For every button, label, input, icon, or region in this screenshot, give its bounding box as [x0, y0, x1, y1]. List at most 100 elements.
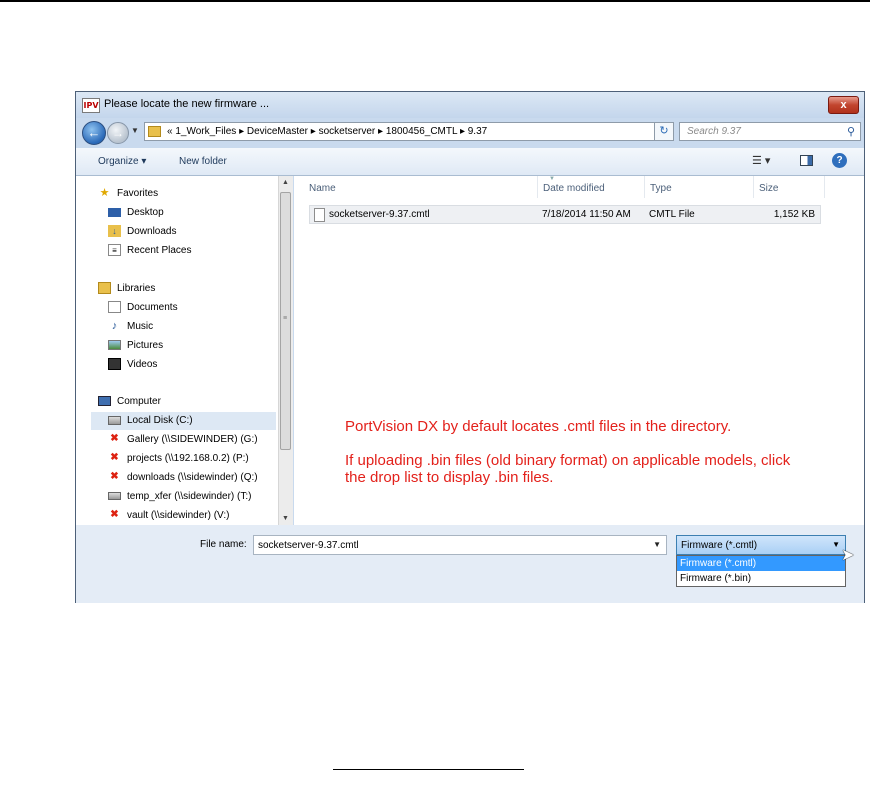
forward-arrow-icon[interactable]: → [107, 122, 129, 144]
column-divider[interactable] [644, 176, 645, 198]
disconnected-drive-icon: ✖ [110, 433, 119, 445]
help-icon[interactable]: ? [832, 153, 847, 168]
file-name-label: File name: [200, 539, 247, 550]
nav-label: projects (\\192.168.0.2) (P:) [127, 453, 249, 464]
pictures-icon [108, 340, 121, 351]
dialog-footer: File name: socketserver-9.37.cmtl ▼ Firm… [76, 525, 864, 603]
nav-scrollbar[interactable]: ▲ ≡ ▼ [278, 176, 293, 525]
file-date: 7/18/2014 11:50 AM [542, 209, 631, 220]
command-toolbar: Organize ▾ New folder ☰ ▾ ? [76, 148, 864, 176]
close-button[interactable]: x [828, 96, 859, 114]
nav-desktop[interactable]: Desktop [108, 204, 164, 222]
nav-label: temp_xfer (\\sidewinder) (T:) [127, 491, 252, 502]
file-type-selected: Firmware (*.cmtl) [681, 540, 758, 551]
file-name-field[interactable]: socketserver-9.37.cmtl ▼ [253, 535, 667, 555]
nav-label: Videos [127, 359, 158, 370]
search-icon[interactable]: ⚲ [847, 125, 855, 138]
file-icon [314, 208, 325, 222]
column-header-date-modified[interactable]: Date modified [543, 183, 605, 194]
preview-pane-icon[interactable] [800, 155, 813, 166]
column-divider[interactable] [537, 176, 538, 198]
nav-label: Recent Places [127, 245, 192, 256]
page-top-rule [0, 0, 870, 2]
annotation-whiteout [352, 299, 797, 387]
star-icon: ★ [99, 187, 110, 200]
nav-label: Gallery (\\SIDEWINDER) (G:) [127, 434, 258, 445]
nav-gallery-drive[interactable]: ✖ Gallery (\\SIDEWINDER) (G:) [108, 431, 258, 449]
nav-documents[interactable]: Documents [108, 299, 178, 317]
nav-videos[interactable]: Videos [108, 356, 157, 374]
folder-icon [148, 126, 161, 137]
nav-label: Desktop [127, 207, 164, 218]
disconnected-drive-icon: ✖ [110, 452, 119, 464]
organize-button[interactable]: Organize ▾ [98, 156, 146, 167]
navigation-bar: ← → ▼ « 1_Work_Files ▸ DeviceMaster ▸ so… [76, 118, 864, 148]
nav-computer[interactable]: Computer [98, 393, 161, 411]
file-type-dropdown-icon[interactable]: ▼ [832, 540, 840, 549]
recent-places-icon: ≡ [108, 244, 121, 257]
column-header-size[interactable]: Size [759, 183, 778, 194]
file-type-option-cmtl[interactable]: Firmware (*.cmtl) [677, 556, 845, 571]
scroll-up-icon[interactable]: ▲ [282, 179, 289, 186]
nav-libraries[interactable]: Libraries [98, 280, 155, 298]
file-type-options-list: Firmware (*.cmtl) Firmware (*.bin) [676, 555, 846, 587]
nav-label: Pictures [127, 340, 164, 351]
nav-downloads[interactable]: ↓ Downloads [108, 223, 176, 241]
app-icon: IPV [82, 98, 100, 113]
file-row[interactable]: socketserver-9.37.cmtl 7/18/2014 11:50 A… [309, 205, 821, 224]
local-disk-icon [108, 415, 121, 425]
change-view-icon[interactable]: ☰ ▾ [752, 154, 770, 167]
disconnected-drive-icon: ✖ [110, 509, 119, 521]
libraries-icon [98, 282, 111, 295]
music-icon: ♪ [111, 320, 118, 333]
scroll-down-icon[interactable]: ▼ [282, 515, 289, 522]
address-path[interactable]: « 1_Work_Files ▸ DeviceMaster ▸ socketse… [167, 126, 487, 137]
title-bar: IPV Please locate the new firmware ... x [76, 92, 864, 118]
file-name: socketserver-9.37.cmtl [329, 209, 430, 220]
file-name-dropdown-icon[interactable]: ▼ [653, 540, 661, 549]
scroll-grip-icon: ≡ [283, 315, 288, 322]
downloads-icon: ↓ [108, 225, 121, 238]
videos-icon [108, 358, 121, 371]
nav-favorites[interactable]: ★ Favorites [98, 185, 159, 203]
nav-downloads-drive[interactable]: ✖ downloads (\\sidewinder) (Q:) [108, 469, 257, 487]
nav-label: vault (\\sidewinder) (V:) [127, 510, 230, 521]
nav-label: Favorites [117, 188, 159, 199]
annotation-line-1: PortVision DX by default locates .cmtl f… [345, 418, 732, 435]
file-size: 1,152 KB [773, 209, 815, 220]
file-type-select[interactable]: Firmware (*.cmtl) ▼ [676, 535, 846, 555]
nav-label: Local Disk (C:) [127, 415, 193, 426]
nav-recent-places[interactable]: ≡ Recent Places [108, 242, 191, 260]
nav-vault-drive[interactable]: ✖ vault (\\sidewinder) (V:) [108, 507, 229, 525]
computer-icon [98, 396, 111, 407]
file-type: CMTL File [649, 209, 695, 220]
column-header-type[interactable]: Type [650, 183, 672, 194]
nav-temp-xfer-drive[interactable]: temp_xfer (\\sidewinder) (T:) [108, 488, 251, 506]
nav-label: Downloads [127, 226, 177, 237]
nav-label: Libraries [117, 283, 156, 294]
desktop-icon [108, 207, 121, 217]
file-type-option-bin[interactable]: Firmware (*.bin) [677, 571, 845, 586]
mouse-cursor-icon: ➤ [841, 547, 855, 564]
nav-label: Music [127, 321, 154, 332]
nav-projects-drive[interactable]: ✖ projects (\\192.168.0.2) (P:) [108, 450, 249, 468]
nav-label: Documents [127, 302, 178, 313]
new-folder-button[interactable]: New folder [179, 156, 227, 167]
back-arrow-icon[interactable]: ← [82, 121, 106, 145]
address-bar[interactable]: « 1_Work_Files ▸ DeviceMaster ▸ socketse… [144, 122, 671, 141]
column-header-name[interactable]: Name [309, 183, 336, 194]
annotation-note: PortVision DX by default locates .cmtl f… [345, 418, 815, 486]
history-dropdown-icon[interactable]: ▼ [131, 126, 139, 135]
network-drive-icon [108, 492, 121, 501]
refresh-icon[interactable]: ↻ [654, 122, 674, 141]
nav-music[interactable]: ♪ Music [108, 318, 153, 336]
nav-pictures[interactable]: Pictures [108, 337, 163, 355]
column-divider[interactable] [753, 176, 754, 198]
disconnected-drive-icon: ✖ [110, 471, 119, 483]
documents-icon [108, 301, 121, 314]
search-input[interactable]: Search 9.37 ⚲ [679, 122, 861, 141]
nav-label: Computer [117, 396, 161, 407]
nav-local-disk[interactable]: Local Disk (C:) [91, 412, 276, 430]
column-divider[interactable] [824, 176, 825, 198]
search-placeholder: Search 9.37 [687, 126, 741, 137]
